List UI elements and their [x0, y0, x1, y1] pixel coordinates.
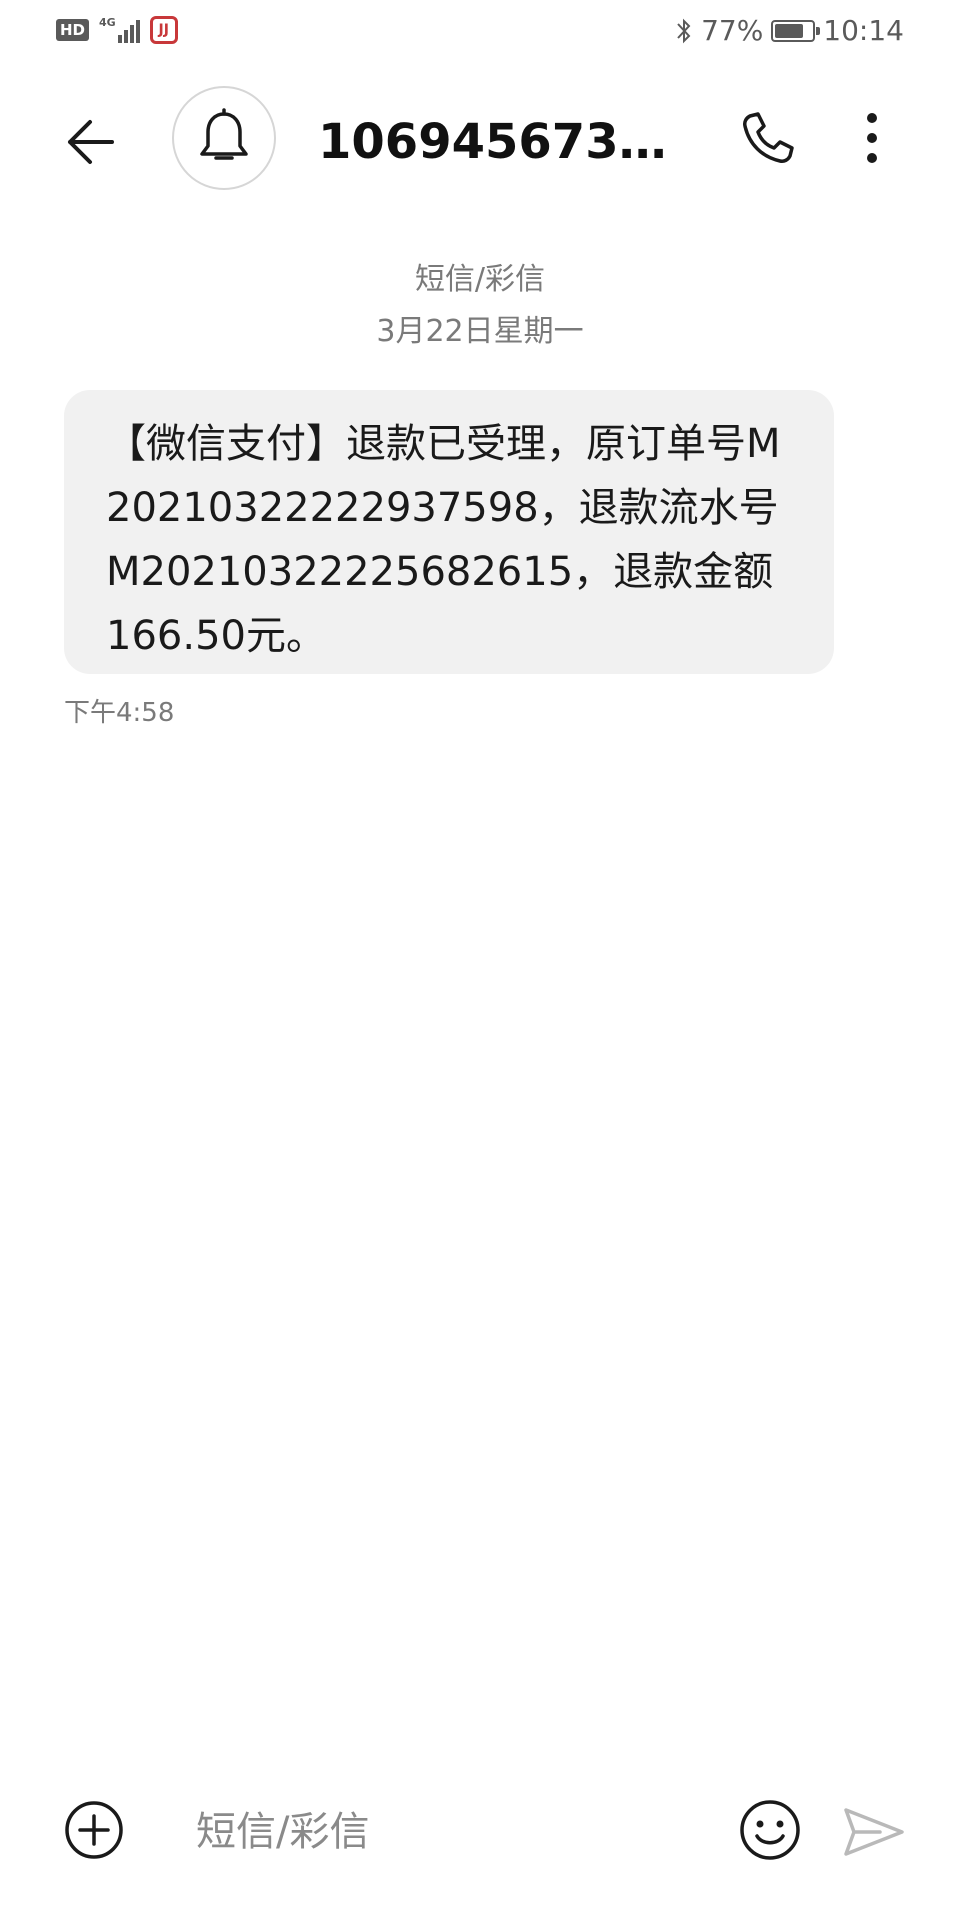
more-options-button[interactable] — [852, 106, 892, 170]
status-left: HD 4G JJ — [56, 16, 178, 44]
app-notification-icon: JJ — [149, 16, 178, 44]
signal-icon: 4G — [99, 17, 140, 43]
composer-bar — [0, 1770, 960, 1890]
bluetooth-icon — [677, 18, 691, 43]
battery-icon — [771, 19, 821, 42]
send-icon — [844, 1808, 904, 1856]
hd-badge: HD — [56, 19, 90, 41]
bell-icon — [200, 108, 248, 160]
phone-icon — [743, 112, 794, 163]
notification-toggle-button[interactable] — [172, 86, 276, 190]
emoji-button[interactable] — [736, 1796, 804, 1864]
network-type: 4G — [99, 16, 116, 29]
more-vertical-icon — [867, 113, 877, 163]
message-input[interactable] — [196, 1804, 696, 1860]
message-bubble[interactable]: 【微信支付】退款已受理，原订单号M20210322222937598，退款流水号… — [64, 390, 834, 674]
battery-percent: 77% — [701, 14, 764, 47]
status-bar: HD 4G JJ 77% 10:14 — [0, 0, 960, 64]
message-timestamp: 下午4:58 — [64, 698, 175, 728]
back-button[interactable] — [60, 110, 124, 174]
plus-circle-icon — [65, 1801, 123, 1859]
message-type-label: 短信/彩信 — [414, 262, 546, 297]
smiley-icon — [740, 1800, 800, 1860]
conversation-header: 10694567310… — [0, 80, 960, 200]
contact-title[interactable]: 10694567310… — [318, 110, 698, 174]
call-button[interactable] — [736, 106, 800, 170]
arrow-left-icon — [68, 120, 114, 164]
date-separator: 3月22日星期一 — [376, 314, 584, 349]
message-text: 【微信支付】退款已受理，原订单号M20210322222937598，退款流水号… — [106, 421, 781, 659]
clock: 10:14 — [823, 14, 904, 47]
send-button[interactable] — [840, 1800, 908, 1864]
status-right: 77% 10:14 — [675, 14, 904, 47]
add-attachment-button[interactable] — [62, 1798, 126, 1862]
